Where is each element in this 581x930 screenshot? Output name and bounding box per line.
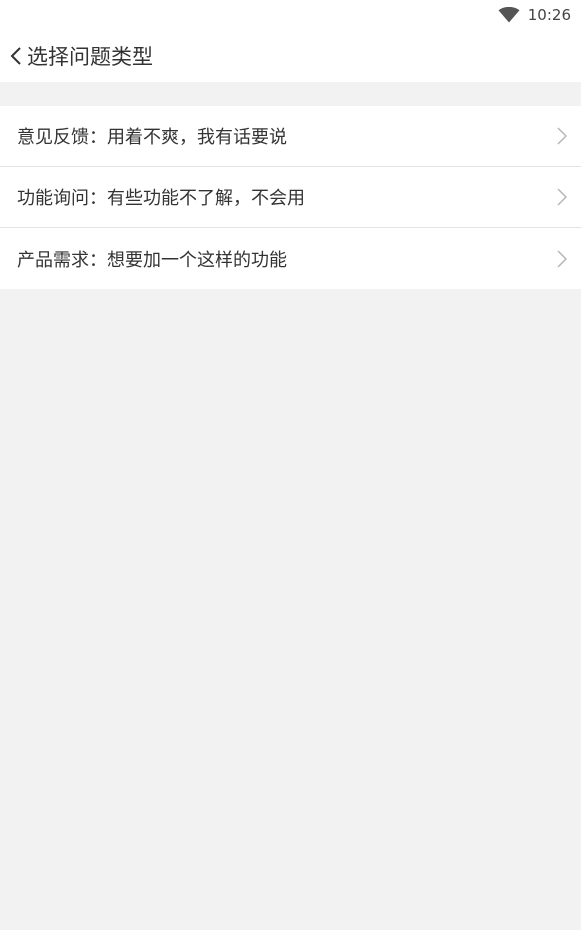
clock: 10:26 xyxy=(527,6,571,24)
list-item-label: 意见反馈：用着不爽，我有话要说 xyxy=(17,127,287,148)
section-spacer xyxy=(0,82,581,106)
page-title: 选择问题类型 xyxy=(27,45,153,69)
issue-type-list: 意见反馈：用着不爽，我有话要说 功能询问：有些功能不了解，不会用 产品需求：想要… xyxy=(0,106,581,289)
list-item-feedback[interactable]: 意见反馈：用着不爽，我有话要说 xyxy=(0,106,581,167)
status-bar: 10:26 xyxy=(0,0,581,30)
chevron-right-icon xyxy=(557,249,567,268)
list-item-product-request[interactable]: 产品需求：想要加一个这样的功能 xyxy=(0,228,581,289)
chevron-right-icon xyxy=(557,188,567,206)
chevron-left-icon[interactable] xyxy=(8,45,24,67)
header: 选择问题类型 xyxy=(0,30,581,82)
wifi-icon xyxy=(498,7,520,23)
chevron-right-icon xyxy=(557,127,567,145)
list-item-label: 功能询问：有些功能不了解，不会用 xyxy=(17,188,305,209)
list-item-feature-inquiry[interactable]: 功能询问：有些功能不了解，不会用 xyxy=(0,167,581,228)
list-item-label: 产品需求：想要加一个这样的功能 xyxy=(17,249,287,271)
